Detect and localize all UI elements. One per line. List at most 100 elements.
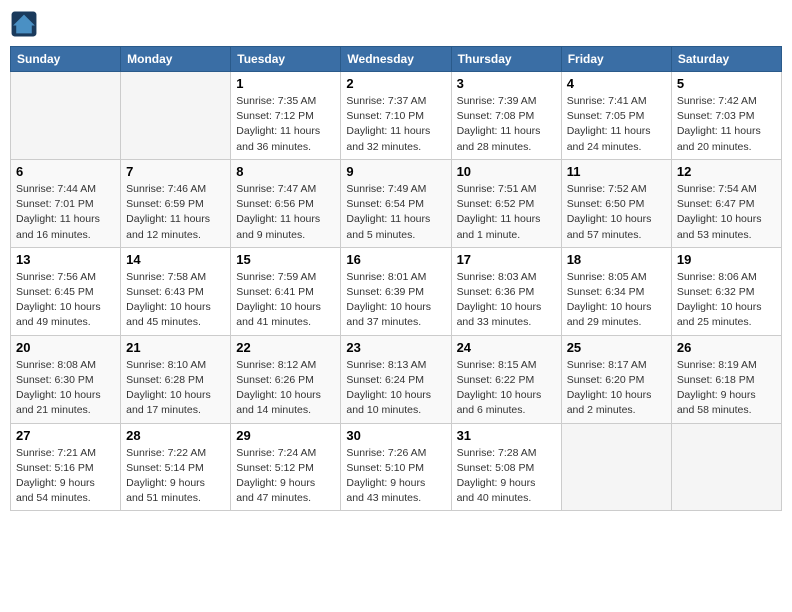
day-number: 28 <box>126 428 225 443</box>
calendar-cell: 18 Sunrise: 8:05 AMSunset: 6:34 PMDayligh… <box>561 247 671 335</box>
logo-icon <box>10 10 38 38</box>
day-number: 22 <box>236 340 335 355</box>
day-info: Sunrise: 8:19 AMSunset: 6:18 PMDaylight:… <box>677 358 776 419</box>
day-number: 20 <box>16 340 115 355</box>
calendar-cell: 25 Sunrise: 8:17 AMSunset: 6:20 PMDayligh… <box>561 335 671 423</box>
calendar-cell: 6 Sunrise: 7:44 AMSunset: 7:01 PMDaylight… <box>11 159 121 247</box>
day-number: 23 <box>346 340 445 355</box>
day-number: 16 <box>346 252 445 267</box>
day-number: 10 <box>457 164 556 179</box>
day-info: Sunrise: 7:54 AMSunset: 6:47 PMDaylight:… <box>677 182 776 243</box>
calendar-week-row: 1 Sunrise: 7:35 AMSunset: 7:12 PMDaylight… <box>11 72 782 160</box>
day-info: Sunrise: 7:52 AMSunset: 6:50 PMDaylight:… <box>567 182 666 243</box>
calendar-cell: 13 Sunrise: 7:56 AMSunset: 6:45 PMDayligh… <box>11 247 121 335</box>
day-number: 18 <box>567 252 666 267</box>
calendar-cell: 14 Sunrise: 7:58 AMSunset: 6:43 PMDayligh… <box>121 247 231 335</box>
day-number: 12 <box>677 164 776 179</box>
day-number: 6 <box>16 164 115 179</box>
calendar-cell <box>11 72 121 160</box>
calendar-cell: 30Sunrise: 7:26 AMSunset: 5:10 PMDayligh… <box>341 423 451 511</box>
calendar-cell: 21Sunrise: 8:10 AMSunset: 6:28 PMDayligh… <box>121 335 231 423</box>
calendar-cell: 9Sunrise: 7:49 AMSunset: 6:54 PMDaylight… <box>341 159 451 247</box>
day-number: 30 <box>346 428 445 443</box>
calendar-cell: 19Sunrise: 8:06 AMSunset: 6:32 PMDayligh… <box>671 247 781 335</box>
day-info: Sunrise: 7:46 AMSunset: 6:59 PMDaylight:… <box>126 182 225 243</box>
calendar-cell: 26 Sunrise: 8:19 AMSunset: 6:18 PMDayligh… <box>671 335 781 423</box>
day-info: Sunrise: 7:24 AMSunset: 5:12 PMDaylight:… <box>236 446 335 507</box>
day-info: Sunrise: 7:35 AMSunset: 7:12 PMDaylight:… <box>236 94 335 155</box>
calendar-cell: 2 Sunrise: 7:37 AMSunset: 7:10 PMDaylight… <box>341 72 451 160</box>
day-number: 31 <box>457 428 556 443</box>
day-info: Sunrise: 7:56 AMSunset: 6:45 PMDaylight:… <box>16 270 115 331</box>
page-header <box>10 10 782 38</box>
calendar-week-row: 27 Sunrise: 7:21 AMSunset: 5:16 PMDayligh… <box>11 423 782 511</box>
calendar-cell: 31 Sunrise: 7:28 AMSunset: 5:08 PMDayligh… <box>451 423 561 511</box>
calendar-cell: 20 Sunrise: 8:08 AMSunset: 6:30 PMDayligh… <box>11 335 121 423</box>
logo <box>10 10 42 38</box>
day-number: 2 <box>346 76 445 91</box>
weekday-header: Thursday <box>451 47 561 72</box>
day-number: 13 <box>16 252 115 267</box>
calendar-cell: 29Sunrise: 7:24 AMSunset: 5:12 PMDayligh… <box>231 423 341 511</box>
calendar-week-row: 20 Sunrise: 8:08 AMSunset: 6:30 PMDayligh… <box>11 335 782 423</box>
day-info: Sunrise: 7:58 AMSunset: 6:43 PMDaylight:… <box>126 270 225 331</box>
calendar-cell: 1 Sunrise: 7:35 AMSunset: 7:12 PMDaylight… <box>231 72 341 160</box>
calendar-cell: 22 Sunrise: 8:12 AMSunset: 6:26 PMDayligh… <box>231 335 341 423</box>
weekday-header: Wednesday <box>341 47 451 72</box>
day-info: Sunrise: 7:44 AMSunset: 7:01 PMDaylight:… <box>16 182 115 243</box>
calendar-week-row: 6 Sunrise: 7:44 AMSunset: 7:01 PMDaylight… <box>11 159 782 247</box>
day-info: Sunrise: 7:28 AMSunset: 5:08 PMDaylight:… <box>457 446 556 507</box>
day-number: 25 <box>567 340 666 355</box>
calendar-cell: 15Sunrise: 7:59 AMSunset: 6:41 PMDayligh… <box>231 247 341 335</box>
day-info: Sunrise: 8:10 AMSunset: 6:28 PMDaylight:… <box>126 358 225 419</box>
calendar-cell: 23 Sunrise: 8:13 AMSunset: 6:24 PMDayligh… <box>341 335 451 423</box>
calendar-cell: 3 Sunrise: 7:39 AMSunset: 7:08 PMDaylight… <box>451 72 561 160</box>
weekday-header: Friday <box>561 47 671 72</box>
calendar-cell <box>121 72 231 160</box>
day-number: 3 <box>457 76 556 91</box>
day-info: Sunrise: 8:15 AMSunset: 6:22 PMDaylight:… <box>457 358 556 419</box>
day-number: 26 <box>677 340 776 355</box>
calendar-table: SundayMondayTuesdayWednesdayThursdayFrid… <box>10 46 782 511</box>
day-info: Sunrise: 8:03 AMSunset: 6:36 PMDaylight:… <box>457 270 556 331</box>
calendar-cell <box>561 423 671 511</box>
day-number: 14 <box>126 252 225 267</box>
day-number: 8 <box>236 164 335 179</box>
calendar-cell: 5Sunrise: 7:42 AMSunset: 7:03 PMDaylight… <box>671 72 781 160</box>
calendar-cell: 24Sunrise: 8:15 AMSunset: 6:22 PMDayligh… <box>451 335 561 423</box>
day-number: 5 <box>677 76 776 91</box>
day-info: Sunrise: 7:51 AMSunset: 6:52 PMDaylight:… <box>457 182 556 243</box>
day-number: 19 <box>677 252 776 267</box>
weekday-header: Sunday <box>11 47 121 72</box>
calendar-cell: 12 Sunrise: 7:54 AMSunset: 6:47 PMDayligh… <box>671 159 781 247</box>
day-info: Sunrise: 8:05 AMSunset: 6:34 PMDaylight:… <box>567 270 666 331</box>
day-number: 11 <box>567 164 666 179</box>
calendar-week-row: 13 Sunrise: 7:56 AMSunset: 6:45 PMDayligh… <box>11 247 782 335</box>
calendar-header-row: SundayMondayTuesdayWednesdayThursdayFrid… <box>11 47 782 72</box>
weekday-header: Monday <box>121 47 231 72</box>
calendar-cell <box>671 423 781 511</box>
calendar-cell: 7 Sunrise: 7:46 AMSunset: 6:59 PMDaylight… <box>121 159 231 247</box>
calendar-cell: 10 Sunrise: 7:51 AMSunset: 6:52 PMDayligh… <box>451 159 561 247</box>
day-number: 4 <box>567 76 666 91</box>
weekday-header: Saturday <box>671 47 781 72</box>
calendar-cell: 17Sunrise: 8:03 AMSunset: 6:36 PMDayligh… <box>451 247 561 335</box>
day-info: Sunrise: 7:49 AMSunset: 6:54 PMDaylight:… <box>346 182 445 243</box>
day-info: Sunrise: 8:17 AMSunset: 6:20 PMDaylight:… <box>567 358 666 419</box>
calendar-cell: 27 Sunrise: 7:21 AMSunset: 5:16 PMDayligh… <box>11 423 121 511</box>
day-info: Sunrise: 7:21 AMSunset: 5:16 PMDaylight:… <box>16 446 115 507</box>
day-info: Sunrise: 8:01 AMSunset: 6:39 PMDaylight:… <box>346 270 445 331</box>
day-number: 1 <box>236 76 335 91</box>
calendar-cell: 11 Sunrise: 7:52 AMSunset: 6:50 PMDayligh… <box>561 159 671 247</box>
day-info: Sunrise: 8:12 AMSunset: 6:26 PMDaylight:… <box>236 358 335 419</box>
day-number: 7 <box>126 164 225 179</box>
calendar-cell: 8Sunrise: 7:47 AMSunset: 6:56 PMDaylight… <box>231 159 341 247</box>
day-info: Sunrise: 7:39 AMSunset: 7:08 PMDaylight:… <box>457 94 556 155</box>
day-info: Sunrise: 7:22 AMSunset: 5:14 PMDaylight:… <box>126 446 225 507</box>
day-info: Sunrise: 8:08 AMSunset: 6:30 PMDaylight:… <box>16 358 115 419</box>
day-info: Sunrise: 7:37 AMSunset: 7:10 PMDaylight:… <box>346 94 445 155</box>
day-info: Sunrise: 8:13 AMSunset: 6:24 PMDaylight:… <box>346 358 445 419</box>
day-number: 27 <box>16 428 115 443</box>
calendar-cell: 28 Sunrise: 7:22 AMSunset: 5:14 PMDayligh… <box>121 423 231 511</box>
weekday-header: Tuesday <box>231 47 341 72</box>
